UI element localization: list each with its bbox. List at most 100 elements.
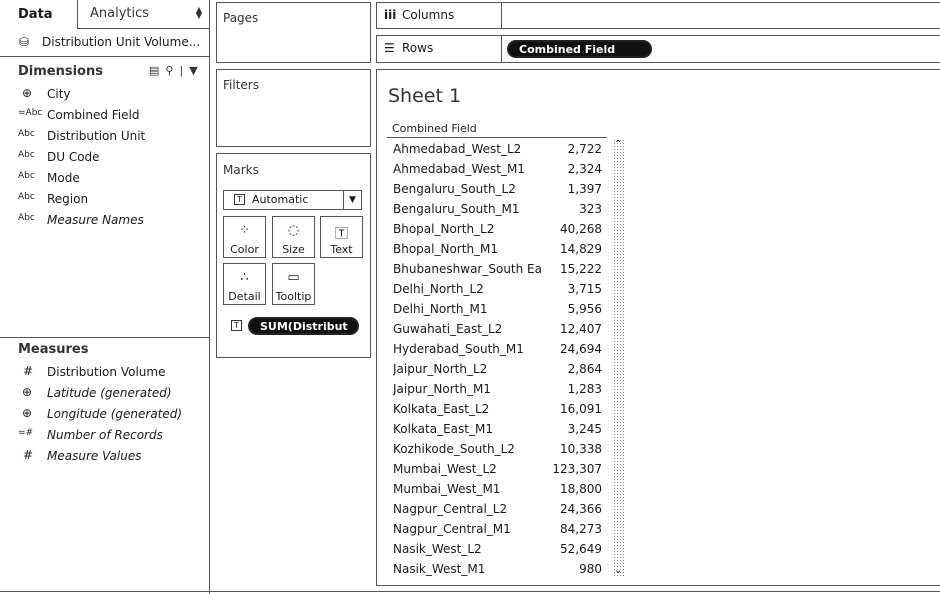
combined-field-pill[interactable]: Combined Field [507,40,652,58]
table-row[interactable]: Bhubaneshwar_South Ea.. 15,222 [387,258,607,278]
tooltip-button[interactable]: ▭ Tooltip [272,263,315,305]
row-label: Nagpur_Central_M1 [393,522,511,536]
scroll-up-icon[interactable]: ⌃ [614,139,622,150]
datasource-icon: ⛁ [19,35,30,49]
field-item[interactable]: Abc Region [0,189,210,210]
row-label: Jaipur_North_M1 [393,382,491,396]
row-value: 5,956 [567,302,602,316]
number-type-icon: =# [18,428,34,438]
string-type-icon: Abc [18,192,35,202]
row-value: 52,649 [560,542,602,556]
table-row[interactable]: Hyderabad_South_M1 24,694 [387,338,607,358]
dropdown-icon[interactable]: ▼ [189,64,197,77]
row-label: Guwahati_East_L2 [393,322,503,336]
filters-shelf[interactable]: Filters [216,69,371,147]
dimensions-title: Dimensions [18,64,103,79]
detail-button[interactable]: ∴ Detail [223,263,266,305]
row-value: 15,222 [560,262,602,276]
field-item[interactable]: ⊕ Latitude (generated) [0,383,210,404]
view-list-icon[interactable]: ▤ [149,64,159,77]
sheet-title[interactable]: Sheet 1 [388,85,461,107]
row-value: 10,338 [560,442,602,456]
field-item[interactable]: Abc DU Code [0,147,210,168]
table-row[interactable]: Kolkata_East_M1 3,245 [387,418,607,438]
vertical-scrollbar[interactable]: ⌃ ⌄ [613,139,625,576]
table-row[interactable]: Mumbai_West_M1 18,800 [387,478,607,498]
measures-title: Measures [18,342,89,357]
size-button[interactable]: ◌ Size [272,216,315,258]
field-item[interactable]: =# Number of Records [0,425,210,446]
table-row[interactable]: Mumbai_West_L2 123,307 [387,458,607,478]
field-item[interactable]: # Measure Values [0,446,210,467]
row-value: 40,268 [560,222,602,236]
table-row[interactable]: Nagpur_Central_L2 24,366 [387,498,607,518]
marks-card: Marks T Automatic ▼ ⁘ Color ◌ Size 🅃 Tex… [216,153,371,358]
field-item[interactable]: =Abc Combined Field [0,105,210,126]
field-item[interactable]: ⊕ Longitude (generated) [0,404,210,425]
text-mark-icon: T [231,320,242,331]
tab-data[interactable]: Data [0,0,77,29]
row-value: 24,694 [560,342,602,356]
dimensions-list: ⊕ City =Abc Combined Field Abc Distribution U… [0,84,210,231]
table-row[interactable]: Kozhikode_South_L2 10,338 [387,438,607,458]
text-icon: 🅃 [334,227,348,242]
field-item[interactable]: Abc Distribution Unit [0,126,210,147]
table-row[interactable]: Kolkata_East_L2 16,091 [387,398,607,418]
row-value: 14,829 [560,242,602,256]
sum-distribution-pill[interactable]: SUM(Distribut [248,317,359,335]
data-pane: Data Analytics ▲ ▼ ⛁ Distribution Unit Vo… [0,0,210,594]
field-item[interactable]: ⊕ City [0,84,210,105]
row-label: Ahmedabad_West_L2 [393,142,522,156]
filters-title: Filters [223,78,259,92]
row-label: Nasik_West_M1 [393,562,486,576]
table-row[interactable]: Ahmedabad_West_M1 2,324 [387,158,607,178]
row-label: Bhubaneshwar_South Ea.. [393,262,543,276]
row-value: 2,864 [567,362,602,376]
datasource-item[interactable]: ⛁ Distribution Unit Volume... [0,30,210,57]
field-name: DU Code [47,150,100,164]
row-value: 3,245 [567,422,602,436]
table-row[interactable]: Guwahati_East_L2 12,407 [387,318,607,338]
table-row[interactable]: Bengaluru_South_L2 1,397 [387,178,607,198]
rows-shelf[interactable]: ☰ Rows Combined Field [376,35,940,63]
pages-shelf[interactable]: Pages [216,2,371,63]
columns-label-area: iii Columns [377,3,502,28]
field-name: Mode [47,171,80,185]
color-button[interactable]: ⁘ Color [223,216,266,258]
search-icon[interactable]: ⚲ [165,64,173,77]
row-value: 2,722 [567,142,602,156]
table-row[interactable]: Jaipur_North_M1 1,283 [387,378,607,398]
row-value: 16,091 [560,402,602,416]
tab-analytics[interactable]: Analytics ▲ ▼ [77,0,210,29]
pane-divider[interactable] [0,337,210,338]
mark-type-label: Automatic [252,193,309,206]
table-row[interactable]: Delhi_North_M1 5,956 [387,298,607,318]
columns-shelf[interactable]: iii Columns [376,2,940,29]
table-row[interactable]: Nasik_West_L2 52,649 [387,538,607,558]
column-header[interactable]: Combined Field [392,122,477,135]
globe-icon: ⊕ [22,86,33,100]
measures-list: # Distribution Volume ⊕ Latitude (generated… [0,362,210,467]
table-row[interactable]: Bhopal_North_M1 14,829 [387,238,607,258]
row-value: 84,273 [560,522,602,536]
pages-title: Pages [223,11,259,25]
table-row[interactable]: Nagpur_Central_M1 84,273 [387,518,607,538]
table-row[interactable]: Ahmedabad_West_L2 2,722 [387,138,607,158]
text-label: Text [330,243,353,256]
columns-label: Columns [402,8,455,22]
row-value: 980 [579,562,602,576]
string-type-icon: Abc [18,213,35,223]
table-row[interactable]: Delhi_North_L2 3,715 [387,278,607,298]
table-row[interactable]: Bhopal_North_L2 40,268 [387,218,607,238]
table-row[interactable]: Nasik_West_M1 980 [387,558,607,578]
table-row[interactable]: Bengaluru_South_M1 323 [387,198,607,218]
field-item[interactable]: # Distribution Volume [0,362,210,383]
dimensions-tools: ▤ ⚲ | ▼ [149,64,204,77]
field-item[interactable]: Abc Measure Names [0,210,210,231]
mark-type-dropdown[interactable]: T Automatic ▼ [223,190,362,210]
text-button[interactable]: 🅃 Text [320,216,363,258]
field-item[interactable]: Abc Mode [0,168,210,189]
table-row[interactable]: Jaipur_North_L2 2,864 [387,358,607,378]
row-label: Bengaluru_South_L2 [393,182,516,196]
scroll-down-icon[interactable]: ⌄ [614,565,622,576]
